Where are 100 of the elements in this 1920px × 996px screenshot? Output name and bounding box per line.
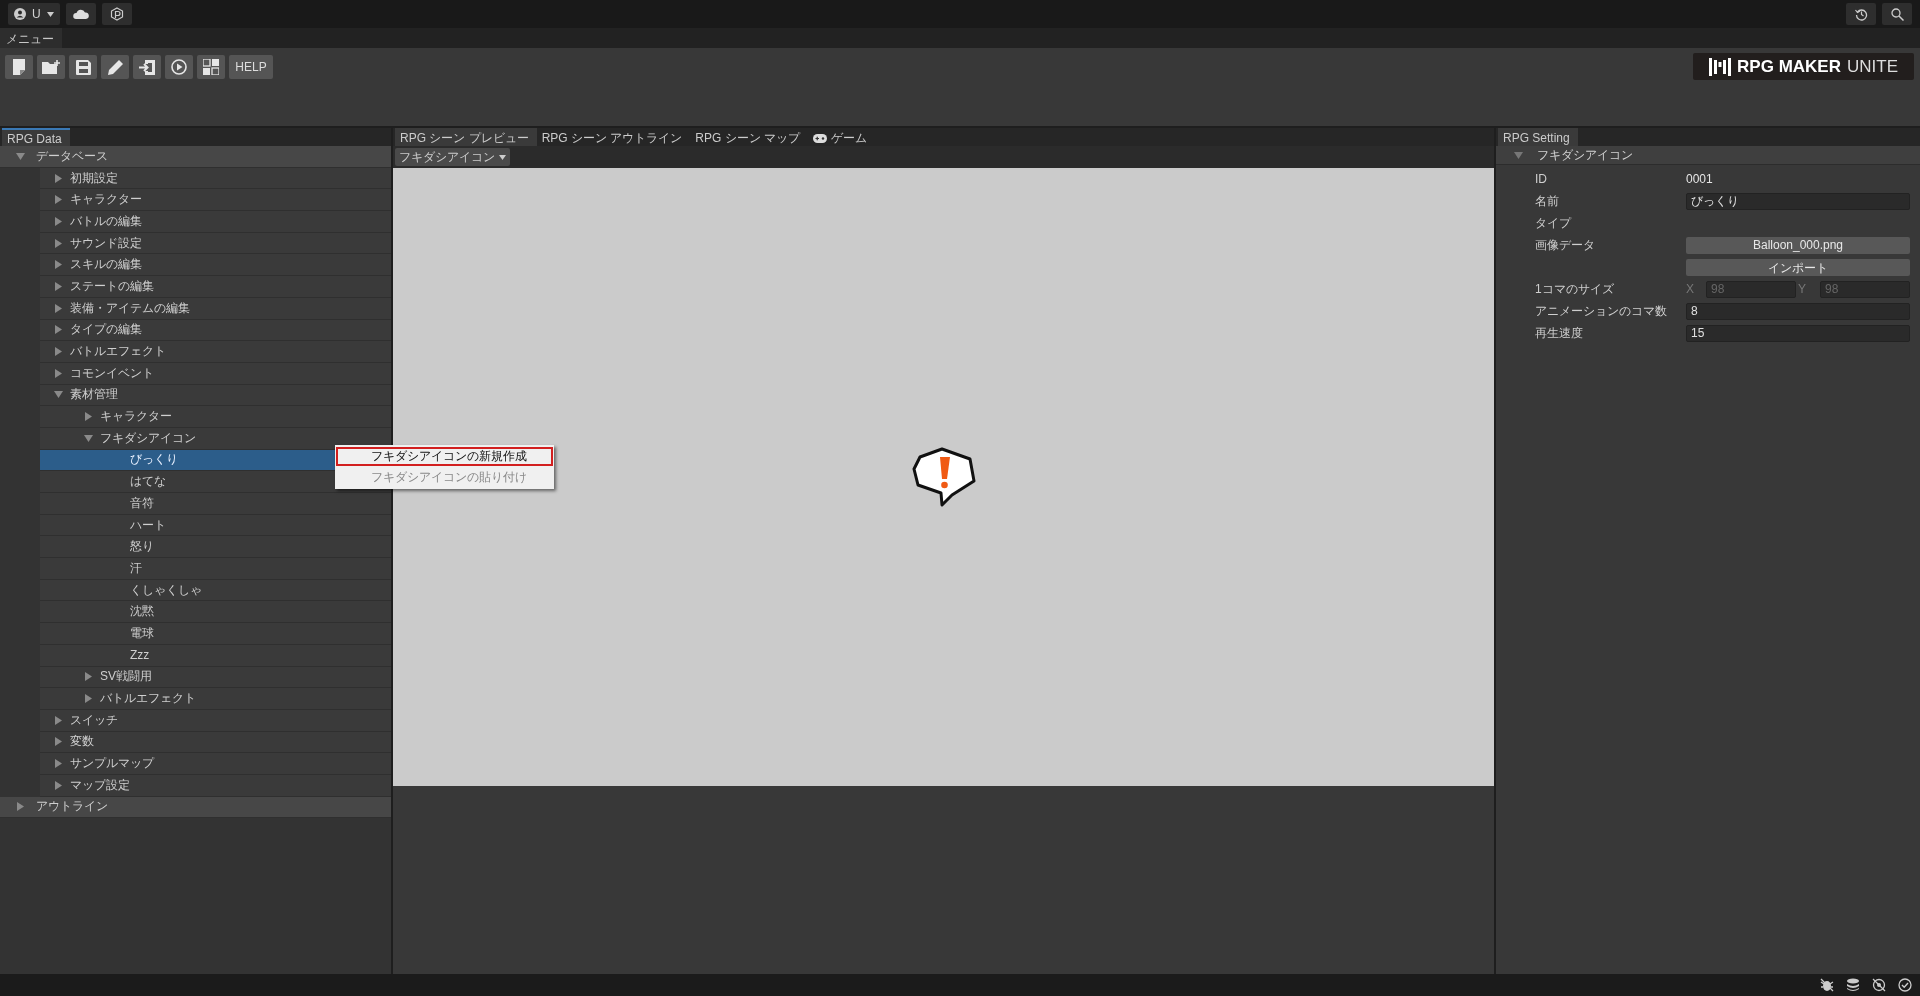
- expand-triangle-icon[interactable]: [54, 238, 63, 248]
- field-label: 名前: [1535, 192, 1560, 210]
- expand-triangle-icon[interactable]: [54, 195, 63, 205]
- expand-triangle-icon[interactable]: [54, 303, 63, 313]
- tree-item[interactable]: コモンイベント: [40, 362, 391, 385]
- tree-item[interactable]: データベース: [0, 146, 391, 168]
- panel-tab[interactable]: RPG Setting: [1498, 128, 1578, 146]
- expand-triangle-icon[interactable]: [54, 715, 63, 725]
- caret-icon: [499, 154, 506, 160]
- logo-mark-icon: [1709, 57, 1732, 76]
- tree-item[interactable]: 怒り: [40, 536, 391, 559]
- tree-item[interactable]: 沈黙: [40, 601, 391, 624]
- tree-item[interactable]: サウンド設定: [40, 232, 391, 255]
- tree-item[interactable]: アウトライン: [0, 796, 391, 819]
- expand-triangle-icon[interactable]: [54, 325, 63, 335]
- plugin-button[interactable]: [101, 3, 132, 25]
- bug-crossed-icon[interactable]: [1820, 978, 1834, 992]
- tree-item[interactable]: バトルの編集: [40, 211, 391, 233]
- expand-triangle-icon[interactable]: [54, 260, 63, 270]
- pencil-icon: [107, 59, 123, 75]
- check-circle-icon[interactable]: [1898, 978, 1912, 992]
- collapse-triangle-icon[interactable]: [54, 390, 63, 400]
- section-header[interactable]: フキダシアイコン: [1496, 146, 1920, 165]
- addon-button[interactable]: [197, 55, 225, 79]
- app-logo: RPG MAKER UNITE: [1693, 53, 1914, 80]
- tree-item[interactable]: バトルエフェクト: [40, 688, 391, 710]
- new-folder-button[interactable]: [37, 55, 65, 79]
- input-field[interactable]: 15: [1686, 324, 1910, 342]
- expand-triangle-icon[interactable]: [54, 216, 63, 226]
- network-crossed-icon[interactable]: [1872, 978, 1886, 992]
- help-button[interactable]: HELP: [229, 55, 273, 79]
- tree-item[interactable]: スイッチ: [40, 709, 391, 732]
- input-field[interactable]: 8: [1686, 302, 1910, 320]
- history-button[interactable]: [1846, 3, 1876, 25]
- tree-item[interactable]: キャラクター: [40, 406, 391, 428]
- expand-triangle-icon[interactable]: [54, 780, 63, 790]
- tree-item[interactable]: マップ設定: [40, 774, 391, 797]
- folder-plus-icon: [42, 60, 60, 74]
- tree-item[interactable]: キャラクター: [40, 189, 391, 212]
- tree-item[interactable]: Zzz: [40, 644, 391, 667]
- cloud-icon: [72, 9, 89, 19]
- search-button[interactable]: [1882, 3, 1912, 25]
- p-hexagon-icon: [109, 7, 124, 21]
- expand-triangle-icon[interactable]: [54, 368, 63, 378]
- expand-triangle-icon[interactable]: [16, 802, 25, 812]
- action-button[interactable]: インポート: [1686, 258, 1910, 276]
- scene-tab[interactable]: ゲーム: [808, 128, 875, 146]
- menu-tab[interactable]: メニュー: [0, 28, 62, 48]
- scene-tab[interactable]: RPG シーン プレビュー: [395, 128, 537, 146]
- tree-item[interactable]: 素材管理: [40, 384, 391, 407]
- file-icon: [12, 59, 26, 75]
- tree-item[interactable]: スキルの編集: [40, 254, 391, 277]
- tree-item[interactable]: バトルエフェクト: [40, 341, 391, 363]
- tree-item[interactable]: 初期設定: [40, 167, 391, 190]
- action-button[interactable]: Balloon_000.png: [1686, 236, 1910, 254]
- tree-item[interactable]: SV戦闘用: [40, 666, 391, 689]
- import-button[interactable]: [133, 55, 161, 79]
- tree-item[interactable]: 汗: [40, 558, 391, 580]
- category-dropdown[interactable]: フキダシアイコン: [395, 148, 510, 166]
- history-icon: [1854, 7, 1868, 21]
- account-button[interactable]: U: [8, 3, 60, 25]
- tree-item[interactable]: 電球: [40, 623, 391, 645]
- expand-triangle-icon[interactable]: [54, 737, 63, 747]
- input-field[interactable]: びっくり: [1686, 192, 1910, 210]
- edit-button[interactable]: [101, 55, 129, 79]
- field-label: 1コマのサイズ: [1535, 280, 1615, 298]
- tree-item[interactable]: サンプルマップ: [40, 753, 391, 775]
- database-icon[interactable]: [1846, 978, 1860, 992]
- user-icon: [14, 8, 26, 20]
- arrow-into-box-icon: [139, 59, 155, 75]
- expand-triangle-icon[interactable]: [54, 173, 63, 183]
- scene-tab[interactable]: RPG シーン マップ: [690, 128, 808, 146]
- tree-item[interactable]: ステートの編集: [40, 276, 391, 298]
- collapse-triangle-icon[interactable]: [84, 433, 93, 443]
- tree-item[interactable]: ハート: [40, 514, 391, 537]
- puzzle-pieces-icon: [203, 59, 219, 75]
- exclamation-balloon-icon: [911, 447, 976, 507]
- scene-tab[interactable]: RPG シーン アウトライン: [536, 128, 691, 146]
- play-button[interactable]: [165, 55, 193, 79]
- tree-item[interactable]: 装備・アイテムの編集: [40, 297, 391, 320]
- new-file-button[interactable]: [5, 55, 33, 79]
- save-button[interactable]: [69, 55, 97, 79]
- panel-tab[interactable]: RPG Data: [2, 128, 70, 146]
- tree-item[interactable]: タイプの編集: [40, 319, 391, 342]
- collapse-triangle-icon[interactable]: [1514, 150, 1523, 160]
- axis-label: X: [1686, 282, 1695, 296]
- expand-triangle-icon[interactable]: [54, 759, 63, 769]
- field-label: 再生速度: [1535, 324, 1584, 342]
- menu-item[interactable]: フキダシアイコンの新規作成: [336, 447, 553, 466]
- gamepad-icon: [813, 133, 827, 143]
- expand-triangle-icon[interactable]: [54, 347, 63, 357]
- expand-triangle-icon[interactable]: [84, 672, 93, 682]
- expand-triangle-icon[interactable]: [84, 694, 93, 704]
- cloud-button[interactable]: [65, 3, 96, 25]
- expand-triangle-icon[interactable]: [54, 281, 63, 291]
- collapse-triangle-icon[interactable]: [16, 151, 25, 161]
- tree-item[interactable]: くしゃくしゃ: [40, 579, 391, 602]
- tree-item[interactable]: 変数: [40, 731, 391, 754]
- tree-item[interactable]: 音符: [40, 493, 391, 515]
- expand-triangle-icon[interactable]: [84, 412, 93, 422]
